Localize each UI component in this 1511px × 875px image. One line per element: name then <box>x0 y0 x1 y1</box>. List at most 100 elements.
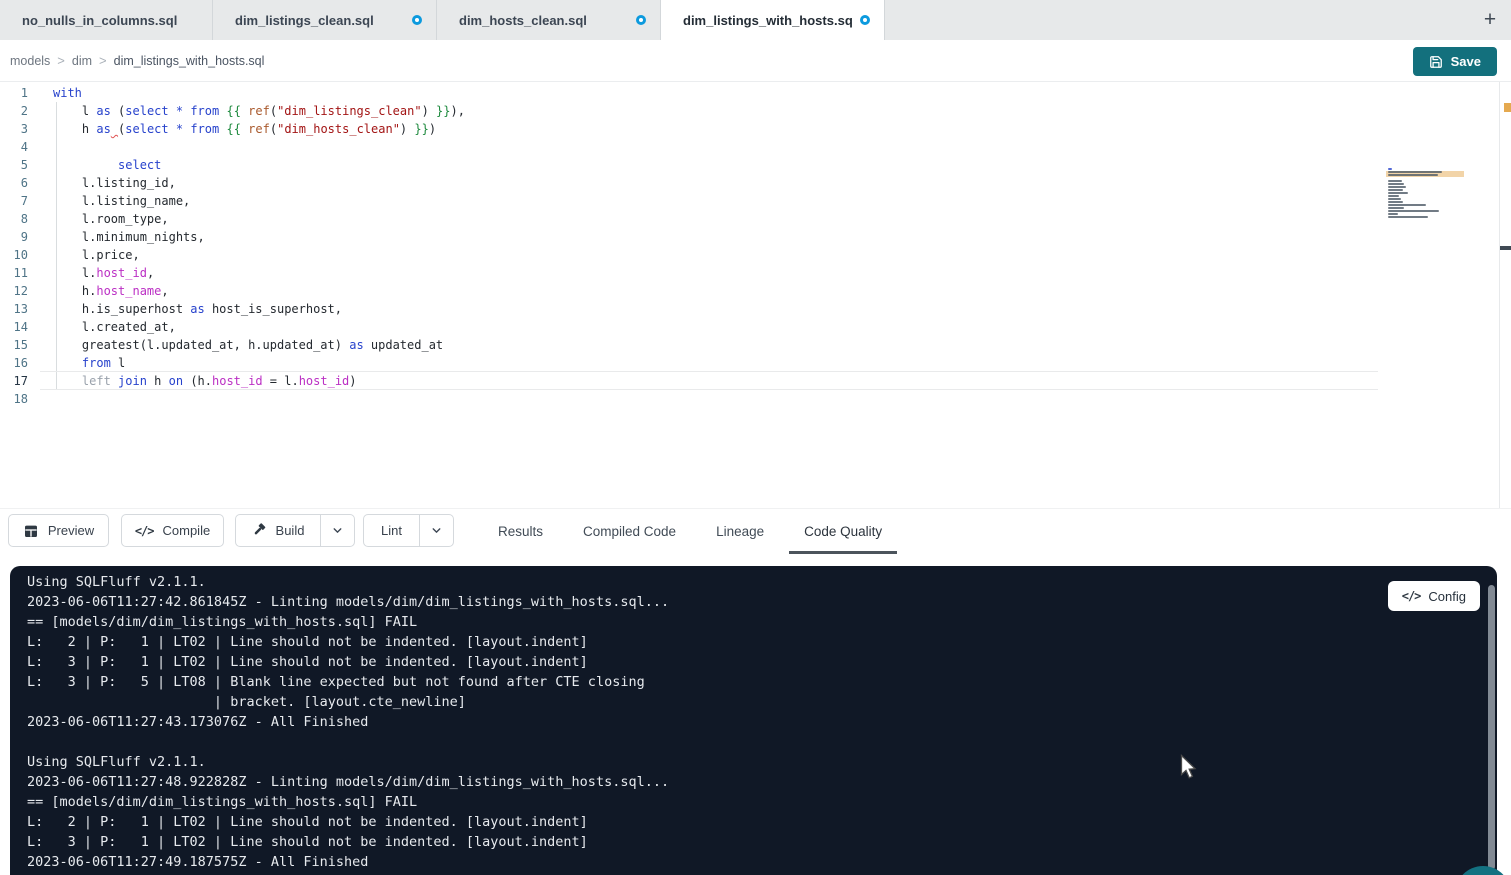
terminal-line: | bracket. [layout.cte_newline] <box>27 692 669 712</box>
line-number-gutter: 123456789101112131415161718 <box>0 84 28 408</box>
editor-tab[interactable]: no_nulls_in_columns.sql <box>0 0 213 40</box>
tab-bar: no_nulls_in_columns.sql dim_listings_clea… <box>0 0 1511 40</box>
line-number: 10 <box>0 246 28 264</box>
save-button[interactable]: Save <box>1413 47 1497 76</box>
code-line[interactable]: greatest(l.updated_at, h.updated_at) as … <box>53 336 465 354</box>
code-line[interactable]: l.price, <box>53 246 465 264</box>
minimap-line <box>1388 207 1404 209</box>
minimap-line <box>1388 171 1442 173</box>
build-split-button: Build <box>235 514 355 547</box>
minimap-line <box>1388 168 1392 170</box>
panel-tab[interactable]: Results <box>483 509 558 554</box>
terminal-line: 2023-06-06T11:27:42.861845Z - Linting mo… <box>27 592 669 612</box>
minimap-line <box>1388 198 1401 200</box>
editor-tab[interactable]: dim_hosts_clean.sql <box>437 0 661 40</box>
editor-tab[interactable]: dim_listings_with_hosts.sql <box>661 0 885 40</box>
tab-label: dim_listings_with_hosts.sql <box>683 13 852 28</box>
editor-scrollbar-track <box>1499 82 1500 508</box>
breadcrumb-item[interactable]: models <box>10 54 50 68</box>
tab-label: dim_hosts_clean.sql <box>459 13 628 28</box>
terminal-output: Using SQLFluff v2.1.1.2023-06-06T11:27:4… <box>27 572 669 872</box>
chevron-down-icon <box>430 524 443 537</box>
line-number: 13 <box>0 300 28 318</box>
line-number: 2 <box>0 102 28 120</box>
editor-tab[interactable]: dim_listings_clean.sql <box>213 0 437 40</box>
overview-ruler-cursor-mark[interactable] <box>1500 246 1511 250</box>
unsaved-changes-dot-icon[interactable] <box>412 15 422 25</box>
terminal-line: L: 3 | P: 1 | LT02 | Line should not be … <box>27 832 669 852</box>
breadcrumb-item[interactable]: dim_listings_with_hosts.sql <box>114 54 265 68</box>
tab-label: no_nulls_in_columns.sql <box>22 13 198 28</box>
terminal-line: L: 2 | P: 1 | LT02 | Line should not be … <box>27 632 669 652</box>
lint-dropdown-button[interactable] <box>419 515 453 546</box>
code-brackets-icon: </> <box>135 524 154 538</box>
config-button[interactable]: </> Config <box>1388 581 1480 611</box>
breadcrumb-item[interactable]: dim <box>72 54 92 68</box>
editor-toolbar: Preview </> Compile Build Lint Resu <box>0 508 1511 553</box>
hammer-icon <box>252 523 267 538</box>
minimap-line <box>1388 174 1438 176</box>
unsaved-changes-dot-icon[interactable] <box>860 15 870 25</box>
code-line[interactable] <box>53 138 465 156</box>
minimap-line <box>1388 201 1403 203</box>
breadcrumb-separator: > <box>57 53 65 68</box>
code-line[interactable]: h.host_name, <box>53 282 465 300</box>
breadcrumb-bar: models>dim>dim_listings_with_hosts.sql S… <box>0 40 1511 82</box>
panel-tabs: ResultsCompiled CodeLineageCode Quality <box>483 509 897 554</box>
code-line[interactable]: h as (select * from {{ ref("dim_hosts_cl… <box>53 120 465 138</box>
code-line[interactable]: l.host_id, <box>53 264 465 282</box>
save-button-label: Save <box>1451 54 1481 69</box>
terminal-line: 2023-06-06T11:27:48.922828Z - Linting mo… <box>27 772 669 792</box>
code-line[interactable]: l.listing_id, <box>53 174 465 192</box>
build-button[interactable]: Build <box>236 515 320 546</box>
line-number: 18 <box>0 390 28 408</box>
minimap-line <box>1388 216 1428 218</box>
overview-ruler-warning-mark[interactable] <box>1504 103 1511 112</box>
code-line[interactable]: l as (select * from {{ ref("dim_listings… <box>53 102 465 120</box>
panel-tab[interactable]: Code Quality <box>789 509 897 554</box>
code-line[interactable]: with <box>53 84 465 102</box>
code-line[interactable]: l.created_at, <box>53 318 465 336</box>
line-number: 8 <box>0 210 28 228</box>
terminal-line: == [models/dim/dim_listings_with_hosts.s… <box>27 612 669 632</box>
minimap-line <box>1388 213 1398 215</box>
minimap-line <box>1388 195 1399 197</box>
minimap-line <box>1388 204 1426 206</box>
line-number: 11 <box>0 264 28 282</box>
line-number: 7 <box>0 192 28 210</box>
build-dropdown-button[interactable] <box>320 515 354 546</box>
line-number: 6 <box>0 174 28 192</box>
code-line[interactable]: from l <box>53 354 465 372</box>
compile-button[interactable]: </> Compile <box>121 514 224 547</box>
chevron-down-icon <box>331 524 344 537</box>
line-number: 16 <box>0 354 28 372</box>
code-line[interactable] <box>53 390 465 408</box>
code-line[interactable]: l.room_type, <box>53 210 465 228</box>
tab-label: dim_listings_clean.sql <box>235 13 404 28</box>
minimap-line <box>1388 180 1402 182</box>
table-grid-icon <box>23 523 39 539</box>
code-line[interactable]: l.listing_name, <box>53 192 465 210</box>
panel-tab[interactable]: Lineage <box>701 509 779 554</box>
terminal-scrollbar-thumb[interactable] <box>1488 585 1495 870</box>
code-line[interactable]: select <box>53 156 465 174</box>
breadcrumb: models>dim>dim_listings_with_hosts.sql <box>10 53 264 68</box>
preview-button[interactable]: Preview <box>8 514 109 547</box>
unsaved-changes-dot-icon[interactable] <box>636 15 646 25</box>
line-number: 9 <box>0 228 28 246</box>
minimap[interactable] <box>1388 168 1462 222</box>
code-line[interactable]: l.minimum_nights, <box>53 228 465 246</box>
lint-button[interactable]: Lint <box>364 515 419 546</box>
minimap-line <box>1388 186 1406 188</box>
line-number: 12 <box>0 282 28 300</box>
active-line-highlight <box>40 371 1378 390</box>
code-line[interactable]: h.is_superhost as host_is_superhost, <box>53 300 465 318</box>
new-tab-button[interactable]: + <box>1477 7 1503 33</box>
code-editor[interactable]: 123456789101112131415161718 with l as (s… <box>0 82 1511 508</box>
lint-label: Lint <box>381 523 402 538</box>
minimap-line <box>1388 192 1408 194</box>
lint-output-terminal: Using SQLFluff v2.1.1.2023-06-06T11:27:4… <box>10 566 1497 875</box>
floppy-disk-icon <box>1429 55 1443 69</box>
panel-tab[interactable]: Compiled Code <box>568 509 691 554</box>
preview-label: Preview <box>48 523 94 538</box>
